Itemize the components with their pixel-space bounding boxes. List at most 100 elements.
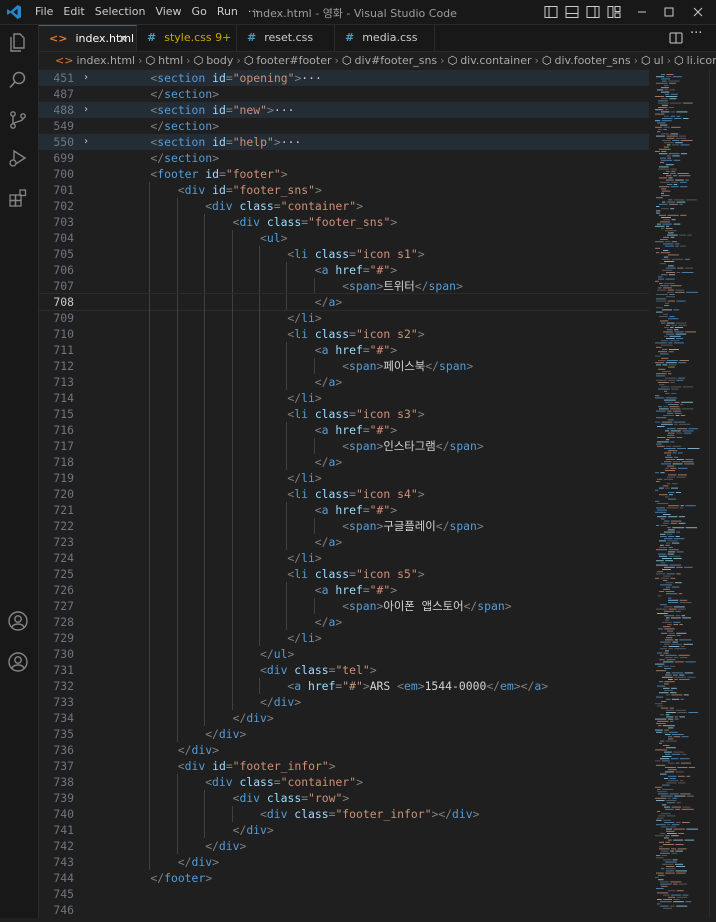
breadcrumb-item[interactable]: footer#footer bbox=[256, 54, 331, 67]
code-line[interactable]: 708 </a> bbox=[39, 293, 649, 311]
code-line[interactable]: 717 <span>인스타그램</span> bbox=[39, 438, 649, 454]
code-line[interactable]: 737 <div id="footer_infor"> bbox=[39, 758, 649, 774]
code-editor[interactable]: 451 › <section id="opening">··· 487 </sectio… bbox=[39, 70, 649, 918]
code-line[interactable]: 704 <ul> bbox=[39, 230, 649, 246]
code-line[interactable]: 723 </a> bbox=[39, 534, 649, 550]
extensions-icon[interactable] bbox=[7, 187, 31, 211]
menu-item[interactable]: View bbox=[150, 0, 186, 24]
breadcrumb-item[interactable]: div.footer_sns bbox=[555, 54, 631, 67]
code-line[interactable]: 707 <span>트위터</span> bbox=[39, 278, 649, 294]
menu-item[interactable]: Selection bbox=[90, 0, 151, 24]
code-line[interactable]: 487 </section> bbox=[39, 86, 649, 102]
code-line[interactable]: 710 <li class="icon s2"> bbox=[39, 326, 649, 342]
maximize-icon[interactable] bbox=[661, 4, 677, 20]
fold-chevron-icon[interactable]: › bbox=[83, 134, 89, 150]
source-control-icon[interactable] bbox=[7, 109, 31, 133]
code-line[interactable]: 740 <div class="footer_infor"></div> bbox=[39, 806, 649, 822]
code-line[interactable]: 720 <li class="icon s4"> bbox=[39, 486, 649, 502]
code-line[interactable]: 699 </section> bbox=[39, 150, 649, 166]
tab-media-css[interactable]: # media.css bbox=[335, 25, 435, 51]
code-line[interactable]: 728 </a> bbox=[39, 614, 649, 630]
code-line[interactable]: 743 </div> bbox=[39, 854, 649, 870]
code-line[interactable]: 722 <span>구글플레이</span> bbox=[39, 518, 649, 534]
toggle-secondary-sidebar-icon[interactable] bbox=[585, 4, 601, 20]
code-line[interactable]: 488 › <section id="new">··· bbox=[39, 102, 649, 118]
code-line[interactable]: 709 </li> bbox=[39, 310, 649, 326]
breadcrumb-item[interactable]: div.container bbox=[460, 54, 531, 67]
tab-index-html[interactable]: <> index.html ✕ bbox=[39, 25, 137, 51]
more-actions-icon[interactable]: ··· bbox=[690, 26, 702, 41]
code-line[interactable]: 732 <a href="#">ARS <em>1544-0000</em></a… bbox=[39, 678, 649, 694]
code-line[interactable]: 731 <div class="tel"> bbox=[39, 662, 649, 678]
code-line[interactable]: 706 <a href="#"> bbox=[39, 262, 649, 278]
code-line[interactable]: 716 <a href="#"> bbox=[39, 422, 649, 438]
code-line[interactable]: 705 <li class="icon s1"> bbox=[39, 246, 649, 262]
code-line[interactable]: 711 <a href="#"> bbox=[39, 342, 649, 358]
code-line[interactable]: 730 </ul> bbox=[39, 646, 649, 662]
code-line[interactable]: 727 <span>아이폰 앱스토어</span> bbox=[39, 598, 649, 614]
tab-style-css[interactable]: # style.css 9+ bbox=[137, 25, 237, 51]
menu-item[interactable]: Edit bbox=[58, 0, 89, 24]
code-line[interactable]: 745 bbox=[39, 886, 649, 902]
breadcrumb-item[interactable]: html bbox=[158, 54, 183, 67]
fold-chevron-icon[interactable]: › bbox=[83, 102, 89, 118]
code-line[interactable]: 550 › <section id="help">··· bbox=[39, 134, 649, 150]
toggle-panel-icon[interactable] bbox=[564, 4, 580, 20]
code-line[interactable]: 700 <footer id="footer"> bbox=[39, 166, 649, 182]
menu-item[interactable]: Run bbox=[212, 0, 243, 24]
code-line[interactable]: 744 </footer> bbox=[39, 870, 649, 886]
menu-item[interactable]: File bbox=[30, 0, 58, 24]
tab-reset-css[interactable]: # reset.css bbox=[237, 25, 335, 51]
breadcrumb-item[interactable]: li.icon.s1 bbox=[687, 54, 716, 67]
code-token: "row" bbox=[308, 791, 343, 805]
code-line[interactable]: 715 <li class="icon s3"> bbox=[39, 406, 649, 422]
breadcrumb-item[interactable]: index.html bbox=[76, 54, 135, 67]
toggle-primary-sidebar-icon[interactable] bbox=[543, 4, 559, 20]
code-line[interactable]: 714 </li> bbox=[39, 390, 649, 406]
code-line[interactable]: 729 </li> bbox=[39, 630, 649, 646]
breadcrumb-item[interactable]: ul bbox=[654, 54, 664, 67]
code-line[interactable]: 701 <div id="footer_sns"> bbox=[39, 182, 649, 198]
code-line[interactable]: 738 <div class="container"> bbox=[39, 774, 649, 790]
code-line[interactable]: 712 <span>페이스북</span> bbox=[39, 358, 649, 374]
close-icon[interactable]: ✕ bbox=[118, 26, 128, 52]
minimap-line bbox=[671, 643, 682, 645]
code-line[interactable]: 725 <li class="icon s5"> bbox=[39, 566, 649, 582]
account-icon[interactable] bbox=[7, 610, 31, 634]
code-line[interactable]: 719 </li> bbox=[39, 470, 649, 486]
code-line[interactable]: 742 </div> bbox=[39, 838, 649, 854]
code-line[interactable]: 734 </div> bbox=[39, 710, 649, 726]
code-line[interactable]: 746 bbox=[39, 902, 649, 918]
minimize-icon[interactable] bbox=[634, 4, 650, 20]
search-icon[interactable] bbox=[7, 69, 31, 93]
split-editor-icon[interactable] bbox=[669, 30, 683, 44]
code-line[interactable]: 451 › <section id="opening">··· bbox=[39, 70, 649, 86]
minimap[interactable] bbox=[649, 70, 709, 918]
customize-layout-icon[interactable] bbox=[606, 4, 622, 20]
code-line[interactable]: 724 </li> bbox=[39, 550, 649, 566]
css-file-icon: # bbox=[345, 31, 355, 44]
code-line[interactable]: 733 </div> bbox=[39, 694, 649, 710]
code-line[interactable]: 726 <a href="#"> bbox=[39, 582, 649, 598]
fold-chevron-icon[interactable]: › bbox=[83, 70, 89, 86]
code-line[interactable]: 713 </a> bbox=[39, 374, 649, 390]
code-line[interactable]: 736 </div> bbox=[39, 742, 649, 758]
minimap-line bbox=[655, 500, 660, 502]
run-debug-icon[interactable] bbox=[7, 147, 31, 171]
code-line[interactable]: 702 <div class="container"> bbox=[39, 198, 649, 214]
code-line[interactable]: 735 </div> bbox=[39, 726, 649, 742]
close-window-icon[interactable] bbox=[690, 4, 706, 20]
vertical-scrollbar[interactable] bbox=[709, 70, 716, 918]
line-number: 718 bbox=[53, 455, 74, 469]
code-line[interactable]: 721 <a href="#"> bbox=[39, 502, 649, 518]
code-line[interactable]: 718 </a> bbox=[39, 454, 649, 470]
code-line[interactable]: 739 <div class="row"> bbox=[39, 790, 649, 806]
menu-item[interactable]: Go bbox=[187, 0, 212, 24]
code-line[interactable]: 549 </section> bbox=[39, 118, 649, 134]
breadcrumb-item[interactable]: div#footer_sns bbox=[355, 54, 438, 67]
breadcrumb-item[interactable]: body bbox=[206, 54, 233, 67]
code-line[interactable]: 703 <div class="footer_sns"> bbox=[39, 214, 649, 230]
code-line[interactable]: 741 </div> bbox=[39, 822, 649, 838]
account-icon[interactable] bbox=[7, 651, 31, 675]
explorer-icon[interactable] bbox=[7, 31, 31, 55]
